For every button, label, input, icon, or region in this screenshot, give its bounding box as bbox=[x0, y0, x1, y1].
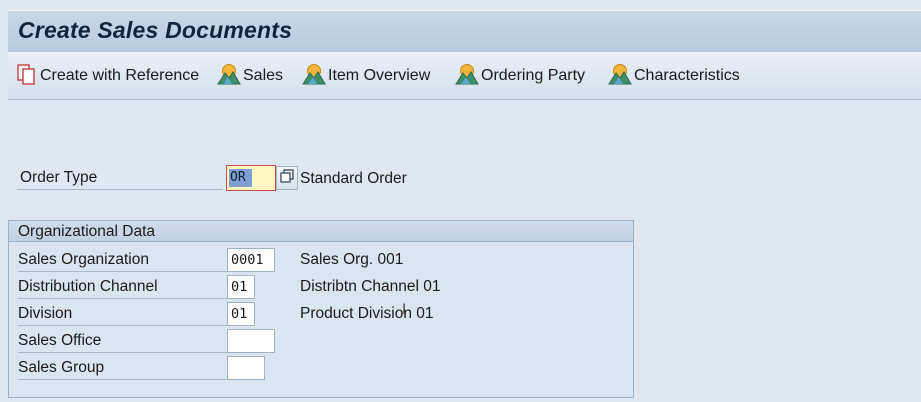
division-label: Division bbox=[18, 304, 231, 326]
item-overview-label: Item Overview bbox=[328, 67, 431, 84]
sales-group-input[interactable] bbox=[227, 356, 265, 380]
characteristics-label: Characteristics bbox=[634, 67, 740, 84]
item-overview-button[interactable]: Item Overview bbox=[302, 63, 431, 90]
mountain-sun-icon bbox=[302, 63, 328, 90]
sales-button[interactable]: Sales bbox=[217, 63, 284, 90]
create-with-reference-button[interactable]: Create with Reference bbox=[16, 63, 200, 90]
order-type-description: Standard Order bbox=[300, 170, 407, 187]
ordering-party-label: Ordering Party bbox=[481, 67, 586, 84]
sales-organization-label: Sales Organization bbox=[18, 250, 231, 272]
ordering-party-button[interactable]: Ordering Party bbox=[455, 63, 586, 90]
mountain-sun-icon bbox=[455, 63, 481, 90]
title-bar: Create Sales Documents bbox=[8, 10, 921, 52]
sales-organization-input[interactable]: 0001 bbox=[227, 248, 275, 272]
application-toolbar: Create with Reference Sales Item Overvie… bbox=[8, 52, 921, 100]
characteristics-button[interactable]: Characteristics bbox=[608, 63, 740, 90]
distribution-channel-input[interactable]: 01 bbox=[227, 275, 255, 299]
sales-label: Sales bbox=[243, 67, 284, 84]
value-help-button[interactable] bbox=[276, 166, 298, 190]
text-cursor-icon: I bbox=[402, 302, 407, 318]
page-title: Create Sales Documents bbox=[18, 17, 293, 43]
sales-office-label: Sales Office bbox=[18, 331, 231, 353]
order-type-label: Order Type bbox=[17, 168, 223, 190]
mountain-sun-icon bbox=[608, 63, 634, 90]
distribution-channel-label: Distribution Channel bbox=[18, 277, 231, 299]
create-with-reference-label: Create with Reference bbox=[40, 67, 200, 84]
order-type-input[interactable]: OR bbox=[226, 165, 276, 191]
organizational-data-title: Organizational Data bbox=[9, 221, 633, 242]
sales-organization-description: Sales Org. 001 bbox=[300, 251, 404, 268]
sales-office-input[interactable] bbox=[227, 329, 275, 353]
organizational-data-group: Organizational Data Sales Organization 0… bbox=[8, 220, 634, 398]
mountain-sun-icon bbox=[217, 63, 243, 90]
distribution-channel-description: Distribtn Channel 01 bbox=[300, 278, 441, 295]
division-description: Product Division 01 bbox=[300, 305, 434, 322]
division-input[interactable]: 01 bbox=[227, 302, 255, 326]
value-help-icon bbox=[280, 168, 294, 188]
order-type-value: OR bbox=[229, 169, 252, 187]
document-copy-icon bbox=[16, 63, 40, 90]
sales-group-label: Sales Group bbox=[18, 358, 231, 380]
